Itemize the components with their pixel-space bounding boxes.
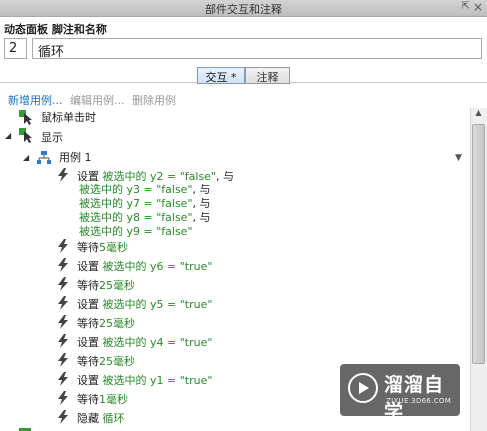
edit-case-link[interactable]: 编辑用例... [70,94,125,107]
lightning-icon [58,277,68,291]
action-continuation: 被选中的 y8 = "false", 与 [79,211,211,224]
lightning-icon [58,410,68,424]
close-icon[interactable]: × [473,0,483,14]
watermark-logo-icon [348,373,378,403]
cursor-event-icon [19,110,32,125]
case-tree-icon [37,151,51,164]
action-item[interactable]: 设置 被选中的 y5 = "true" [77,298,212,312]
action-item[interactable]: 隐藏 循环 [77,412,125,426]
lightning-icon [58,372,68,386]
action-continuation: 被选中的 y9 = "false" [79,225,193,238]
footnote-number-field[interactable]: 2 [4,38,27,59]
event-label[interactable]: 显示 [41,131,63,145]
pin-icon[interactable]: ⇱ [462,1,470,12]
event-label[interactable]: 鼠标单击时 [41,111,96,125]
lightning-icon [58,258,68,272]
action-continuation: 被选中的 y7 = "false", 与 [79,197,211,210]
panel-title: 部件交互和注释 [205,3,282,16]
watermark: 溜溜自学 ZIXUE.3D66.COM [340,364,460,423]
section-label: 动态面板 脚注和名称 [4,23,107,36]
action-item[interactable]: 等待1毫秒 [77,393,128,407]
case-dropdown-icon[interactable]: ▼ [455,153,462,163]
delete-case-link[interactable]: 删除用例 [132,94,176,107]
case-label[interactable]: 用例 1 [59,151,92,165]
collapse-triangle-icon[interactable]: ◢ [5,131,11,140]
scroll-up-icon[interactable]: ▲ [470,108,487,120]
panel-titlebar: 部件交互和注释 ⇱ × [0,0,487,17]
lightning-icon [58,315,68,329]
lightning-icon [58,168,68,182]
lightning-icon [58,391,68,405]
action-item[interactable]: 设置 被选中的 y2 = "false", 与 [77,170,234,184]
action-item[interactable]: 设置 被选中的 y1 = "true" [77,374,212,388]
widget-name-field[interactable]: 循环 [32,38,482,60]
action-item[interactable]: 设置 被选中的 y4 = "true" [77,336,212,350]
tab-notes[interactable]: 注释 [245,67,290,84]
action-item[interactable]: 等待25毫秒 [77,279,135,293]
action-item[interactable]: 设置 被选中的 y6 = "true" [77,260,212,274]
watermark-url: ZIXUE.3D66.COM [386,397,452,405]
scrollbar-thumb[interactable] [472,124,485,364]
collapse-triangle-icon[interactable]: ◢ [23,153,29,162]
lightning-icon [58,296,68,310]
action-continuation: 被选中的 y3 = "false", 与 [79,183,211,196]
tab-interactions[interactable]: 交互 * [197,67,245,84]
action-item[interactable]: 等待5毫秒 [77,241,128,255]
cursor-event-icon [19,128,32,143]
lightning-icon [58,239,68,253]
lightning-icon [58,353,68,367]
action-item[interactable]: 等待25毫秒 [77,355,135,369]
case-actions-bar: 新增用例... 编辑用例... 删除用例 [8,92,176,108]
add-case-link[interactable]: 新增用例... [8,94,63,107]
action-item[interactable]: 等待25毫秒 [77,317,135,331]
lightning-icon [58,334,68,348]
